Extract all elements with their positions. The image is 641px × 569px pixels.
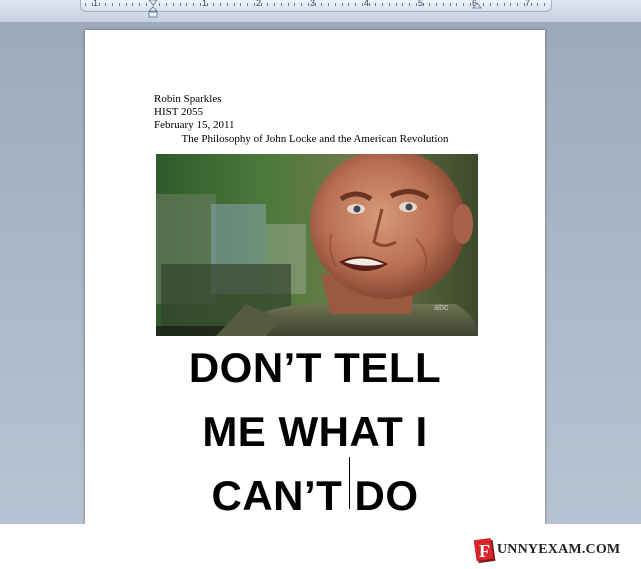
ruler-tick (139, 3, 140, 6)
ruler-tick (382, 3, 383, 6)
document-workspace[interactable]: Robin Sparkles HIST 2055 February 15, 20… (0, 22, 641, 524)
right-indent-marker-icon[interactable] (472, 0, 482, 10)
ruler-tick (523, 3, 525, 6)
ruler-tick (91, 3, 93, 6)
ruler-tick (247, 3, 248, 6)
course-code: HIST 2055 (154, 106, 203, 118)
ruler-tick (395, 3, 397, 6)
ruler-tick (294, 3, 296, 6)
ruler-tick (314, 3, 316, 6)
ruler-tick (328, 3, 329, 6)
ruler-tick (274, 3, 275, 6)
ruler-tick (159, 3, 161, 6)
ruler-tick (409, 3, 410, 6)
ruler-tick (260, 3, 262, 6)
ruler-tick (98, 3, 100, 6)
author-name: Robin Sparkles (154, 93, 222, 105)
ruler-tick (287, 3, 289, 6)
ruler-tick (355, 3, 356, 6)
ruler-tick (267, 3, 269, 6)
document-title: The Philosophy of John Locke and the Ame… (181, 133, 449, 145)
ruler-tick (442, 3, 444, 6)
ruler-tick (415, 3, 417, 6)
ruler-tick (132, 3, 134, 6)
ruler-tick (388, 3, 390, 6)
ruler-tick (341, 3, 343, 6)
ruler-tick (463, 3, 464, 6)
horizontal-ruler[interactable]: 1 1 2 3 4 5 6 7 (0, 0, 641, 22)
ruler-tick (361, 3, 363, 6)
ruler-tick (220, 3, 221, 6)
ruler-tick (118, 3, 120, 6)
ruler-tick (490, 3, 491, 6)
ruler-tick (179, 3, 181, 6)
ruler-tick (125, 3, 127, 6)
ruler-tick (240, 3, 242, 6)
tv-network-watermark: abc (434, 302, 449, 312)
ruler-tick (449, 3, 451, 6)
text-cursor (349, 457, 350, 509)
ruler-tick (301, 3, 302, 6)
caption-line-1: DON’T TELL (188, 344, 442, 391)
ruler-number: 7 (525, 0, 531, 8)
logo-text: UNNYEXAM.COM (497, 542, 621, 557)
ruler-tick (510, 3, 512, 6)
site-footer: F UNNYEXAM.COM (0, 524, 641, 569)
ruler-tick (496, 3, 498, 6)
logo-badge-icon: F (474, 538, 496, 564)
ruler-tick (456, 3, 458, 6)
ruler-number: 1 (93, 0, 99, 8)
angry-man-photo: abc (156, 154, 478, 336)
ruler-tick (368, 3, 370, 6)
ruler-tick (145, 3, 147, 6)
ruler-tick (105, 3, 107, 6)
ruler-tick (530, 3, 532, 6)
ruler-tick (422, 3, 424, 6)
ruler-tick (85, 3, 86, 6)
ruler-tick (517, 3, 518, 6)
funnyexam-logo[interactable]: F UNNYEXAM.COM (474, 538, 634, 564)
ruler-tick (233, 3, 235, 6)
ruler-tick (280, 3, 282, 6)
ruler-tick (193, 3, 194, 6)
ruler-tick (166, 3, 167, 6)
ruler-tick (469, 3, 471, 6)
ruler-tick (206, 3, 208, 6)
ruler-tick (199, 3, 201, 6)
ruler-tick (334, 3, 336, 6)
ruler-tick (307, 3, 309, 6)
ruler-tick (503, 3, 505, 6)
logo-letter: F (479, 541, 490, 561)
ruler-tick (375, 3, 377, 6)
ruler-tick (402, 3, 404, 6)
ruler-tick (348, 3, 350, 6)
ruler-tick (226, 3, 228, 6)
caption-line-3: CAN’T DO (211, 472, 419, 519)
caption-line-2: ME WHAT I (202, 408, 428, 455)
ruler-tick (186, 3, 188, 6)
ruler-tick (537, 3, 539, 6)
ruler-tick (112, 3, 113, 6)
ruler-tick (213, 3, 215, 6)
ruler-tick (172, 3, 174, 6)
ruler-tick (429, 3, 431, 6)
document-page[interactable]: Robin Sparkles HIST 2055 February 15, 20… (85, 30, 545, 524)
ruler-tick (321, 3, 323, 6)
ruler-tick (544, 3, 545, 6)
embedded-photo[interactable]: abc (156, 154, 478, 336)
document-date: February 15, 2011 (154, 119, 235, 131)
ruler-tick (253, 3, 255, 6)
ruler-tick (483, 3, 485, 6)
indent-marker-icon[interactable] (148, 0, 158, 18)
ruler-tick (436, 3, 437, 6)
